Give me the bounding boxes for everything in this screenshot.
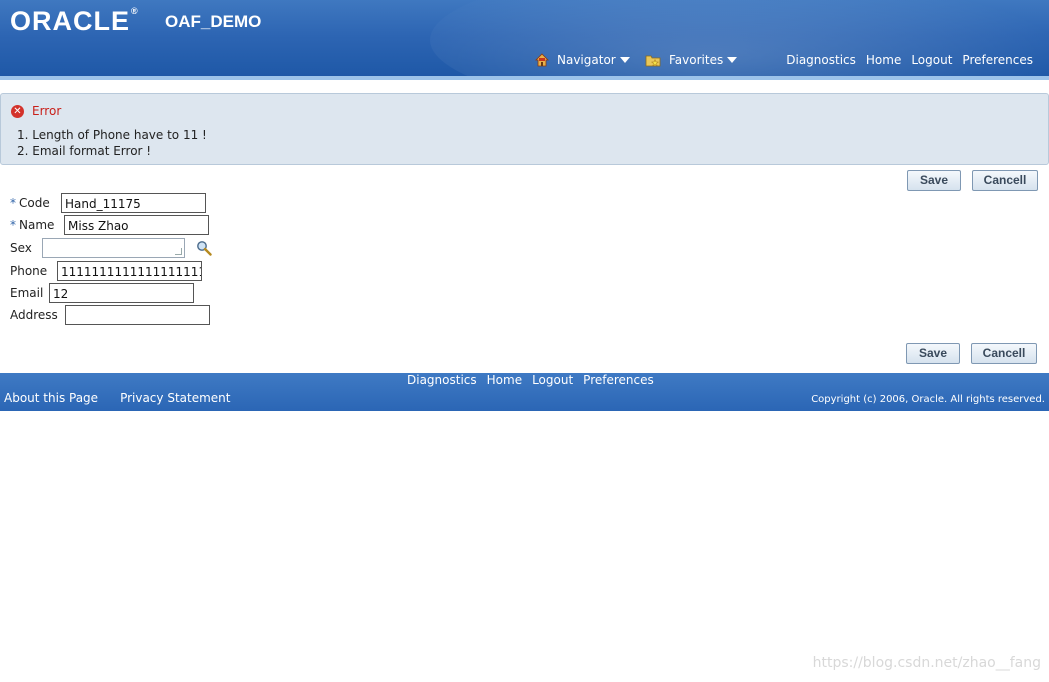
app-name: OAF_DEMO	[165, 12, 262, 31]
email-field[interactable]: 12	[49, 283, 194, 303]
code-field[interactable]: Hand_11175	[61, 193, 206, 213]
watermark-text: https://blog.csdn.net/zhao__fang	[812, 655, 1041, 671]
error-item: 1. Length of Phone have to 11 !	[17, 128, 207, 142]
error-message-box: ✕ Error 1. Length of Phone have to 11 ! …	[0, 93, 1049, 165]
cancel-button-top[interactable]: Cancell	[972, 170, 1038, 191]
navigator-label: Navigator	[557, 53, 616, 67]
address-label: Address	[10, 308, 58, 322]
error-icon: ✕	[11, 104, 24, 118]
address-field[interactable]	[65, 305, 210, 325]
favorites-label: Favorites	[669, 53, 724, 67]
footer-global-links: Diagnostics Home Logout Preferences	[407, 373, 654, 387]
footer-home-link[interactable]: Home	[487, 373, 522, 387]
footer-diagnostics-link[interactable]: Diagnostics	[407, 373, 477, 387]
phone-field[interactable]: 1111111111111111111	[57, 261, 202, 281]
navigator-menu[interactable]: Navigator	[535, 53, 630, 67]
required-marker: *	[10, 196, 16, 210]
privacy-statement-link[interactable]: Privacy Statement	[120, 391, 230, 405]
header-swirl-decoration	[430, 0, 1049, 80]
footer-preferences-link[interactable]: Preferences	[583, 373, 654, 387]
sex-field[interactable]	[42, 238, 185, 258]
chevron-down-icon	[619, 57, 630, 63]
home-link[interactable]: Home	[866, 53, 901, 67]
favorites-folder-icon	[645, 53, 661, 67]
global-links: Diagnostics Home Logout Preferences	[786, 53, 1033, 67]
email-label: Email	[10, 286, 44, 300]
global-header: ORACLE® OAF_DEMO Navigator Favorites Dia…	[0, 0, 1049, 80]
page-footer: Diagnostics Home Logout Preferences Abou…	[0, 373, 1049, 411]
name-label: * Name	[10, 218, 55, 232]
save-button-bottom[interactable]: Save	[906, 343, 960, 364]
error-item: 2. Email format Error !	[17, 144, 152, 158]
logout-link[interactable]: Logout	[911, 53, 952, 67]
save-button-top[interactable]: Save	[907, 170, 961, 191]
phone-label: Phone	[10, 264, 48, 278]
error-title: ✕ Error	[11, 104, 61, 118]
error-list: 1. Length of Phone have to 11 ! 2. Email…	[17, 127, 207, 159]
cancel-button-bottom[interactable]: Cancell	[971, 343, 1037, 364]
error-title-text: Error	[32, 104, 62, 118]
search-icon[interactable]	[196, 240, 212, 256]
resize-grip-icon	[175, 248, 182, 255]
name-field[interactable]: Miss Zhao	[64, 215, 209, 235]
sex-label: Sex	[10, 241, 32, 255]
about-page-link[interactable]: About this Page	[4, 391, 98, 405]
oracle-logo: ORACLE®	[10, 6, 139, 36]
required-marker: *	[10, 218, 16, 232]
home-icon	[535, 53, 549, 67]
copyright-text: Copyright (c) 2006, Oracle. All rights r…	[811, 394, 1045, 405]
diagnostics-link[interactable]: Diagnostics	[786, 53, 856, 67]
footer-left-links: About this Page Privacy Statement	[4, 391, 230, 405]
chevron-down-icon	[727, 57, 738, 63]
footer-logout-link[interactable]: Logout	[532, 373, 573, 387]
code-label: * Code	[10, 196, 50, 210]
preferences-link[interactable]: Preferences	[962, 53, 1033, 67]
favorites-menu[interactable]: Favorites	[645, 53, 738, 67]
header-stripe	[0, 76, 1049, 80]
